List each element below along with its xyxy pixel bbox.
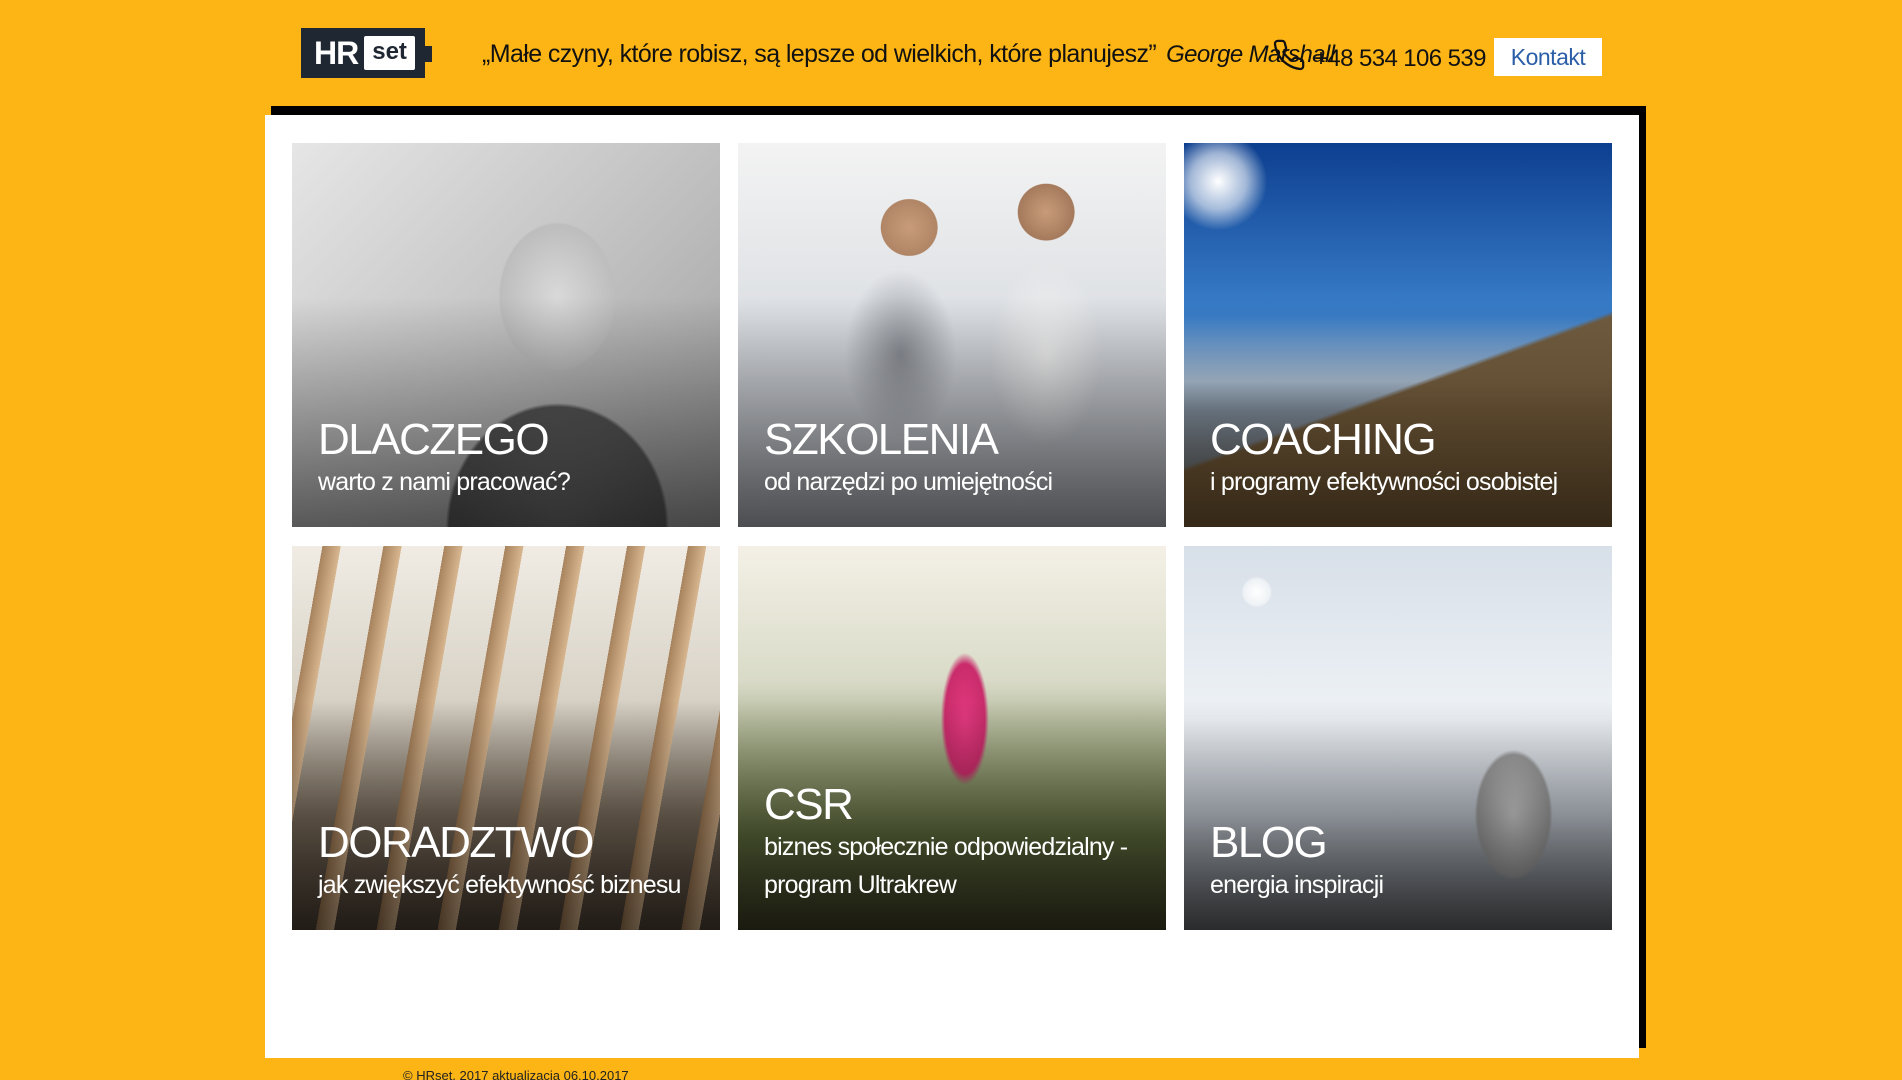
tile-caption: DORADZTWO jak zwiększyć efektywność bizn… <box>318 820 700 904</box>
tile-title: SZKOLENIA <box>764 415 999 464</box>
tile-subtitle: energia inspiracji <box>1210 871 1384 899</box>
tile-subtitle: biznes społecznie odpowiedzialny - progr… <box>764 833 1128 899</box>
tile-blog[interactable]: BLOG energia inspiracji <box>1184 546 1612 930</box>
tile-coaching[interactable]: COACHING i programy efektywności osobist… <box>1184 143 1612 527</box>
tile-title: BLOG <box>1210 818 1328 867</box>
tile-caption: DLACZEGO warto z nami pracować? <box>318 417 700 501</box>
tile-caption: BLOG energia inspiracji <box>1210 820 1592 904</box>
logo-set-text: set <box>364 36 415 70</box>
tile-caption: SZKOLENIA od narzędzi po umiejętności <box>764 417 1146 501</box>
phone-contact[interactable]: +48 534 106 539 <box>1272 38 1486 79</box>
tile-caption: COACHING i programy efektywności osobist… <box>1210 417 1592 501</box>
tile-dlaczego[interactable]: DLACZEGO warto z nami pracować? <box>292 143 720 527</box>
quote-text: „Małe czyny, które robisz, są lepsze od … <box>482 40 1157 68</box>
tile-subtitle: jak zwiększyć efektywność biznesu <box>318 871 681 899</box>
footer-copyright: © HRset, 2017 aktualizacja 06.10.2017 <box>403 1068 629 1080</box>
logo-hr-text: HR <box>314 34 359 71</box>
phone-icon <box>1272 38 1306 79</box>
tile-title: CSR <box>764 780 854 829</box>
logo-battery-tab <box>424 46 432 62</box>
tile-subtitle: od narzędzi po umiejętności <box>764 468 1053 496</box>
tile-title: DLACZEGO <box>318 415 550 464</box>
tile-caption: CSR biznes społecznie odpowiedzialny - p… <box>764 782 1146 904</box>
tile-title: COACHING <box>1210 415 1437 464</box>
tile-szkolenia[interactable]: SZKOLENIA od narzędzi po umiejętności <box>738 143 1166 527</box>
tile-subtitle: warto z nami pracować? <box>318 468 571 496</box>
hrset-logo[interactable]: HR set <box>301 28 432 78</box>
header-quote: „Małe czyny, które robisz, są lepsze od … <box>482 40 1335 69</box>
tile-title: DORADZTWO <box>318 818 594 867</box>
tile-doradztwo[interactable]: DORADZTWO jak zwiększyć efektywność bizn… <box>292 546 720 930</box>
tile-subtitle: i programy efektywności osobistej <box>1210 468 1558 496</box>
contact-button[interactable]: Kontakt <box>1494 38 1602 76</box>
page: HR set „Małe czyny, które robisz, są lep… <box>0 0 1902 1080</box>
phone-number: +48 534 106 539 <box>1314 44 1486 72</box>
tile-csr[interactable]: CSR biznes społecznie odpowiedzialny - p… <box>738 546 1166 930</box>
